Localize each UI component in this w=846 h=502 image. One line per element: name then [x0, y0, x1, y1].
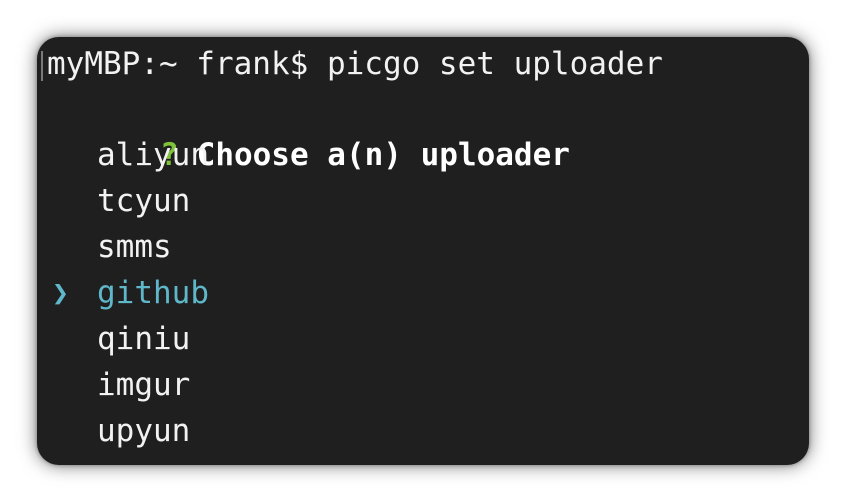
uploader-option-smms[interactable]: smms: [97, 224, 172, 270]
text-cursor-mark: [41, 51, 43, 81]
question-text: Choose a(n) uploader: [196, 137, 570, 173]
uploader-option-qiniu[interactable]: qiniu: [97, 316, 190, 362]
uploader-option-tcyun[interactable]: tcyun: [97, 178, 190, 224]
uploader-option-imgur[interactable]: imgur: [97, 362, 190, 408]
prompt-question: ? Choose a(n) uploader: [48, 86, 570, 173]
screenshot-canvas: myMBP:~ frank$ picgo set uploader ? Choos…: [0, 0, 846, 502]
shell-command-line: myMBP:~ frank$ picgo set uploader: [47, 46, 663, 82]
uploader-option-aliyun[interactable]: aliyun: [97, 132, 209, 178]
uploader-option-github[interactable]: github: [97, 270, 209, 316]
uploader-option-upyun[interactable]: upyun: [97, 408, 190, 454]
terminal-window[interactable]: myMBP:~ frank$ picgo set uploader ? Choos…: [37, 37, 809, 465]
selection-pointer-icon: ❯: [52, 276, 69, 309]
